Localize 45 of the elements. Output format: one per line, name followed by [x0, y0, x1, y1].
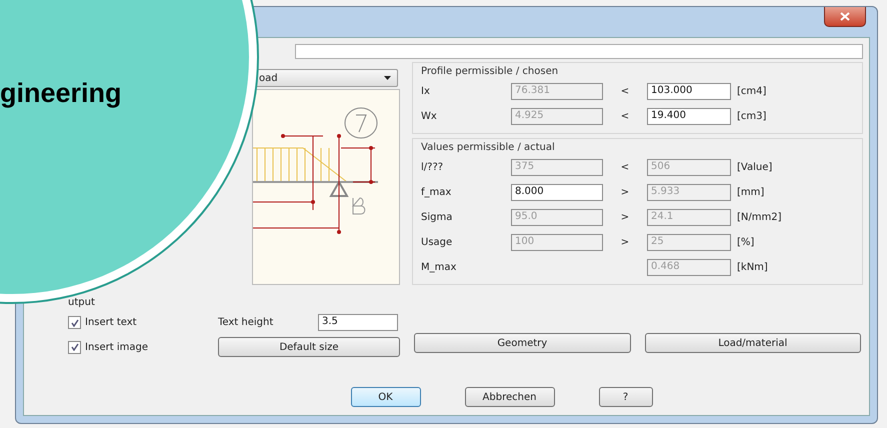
unit-label: [Value]: [736, 162, 774, 173]
dialog-button[interactable]: OK: [350, 387, 420, 407]
output-group-label: utput: [68, 297, 96, 308]
action-button[interactable]: Load/material: [644, 333, 861, 353]
unit-label: [cm4]: [736, 86, 768, 97]
row-label: Ix: [421, 86, 431, 97]
unit-label: [kNm]: [736, 262, 769, 273]
relation-sign: >: [620, 237, 630, 248]
row-label: M_max: [421, 262, 458, 273]
group-title: Profile permissible / chosen: [421, 66, 560, 77]
caret-icon: [384, 76, 391, 80]
row-label: Sigma: [421, 212, 454, 223]
default-size-button[interactable]: Default size: [218, 337, 400, 357]
unit-label: [cm3]: [736, 111, 768, 122]
close-button[interactable]: [824, 7, 866, 27]
relation-sign: <: [620, 111, 630, 122]
unit-label: [%]: [736, 237, 756, 248]
relation-sign: <: [620, 162, 630, 173]
chosen-field[interactable]: 19.400: [647, 108, 731, 125]
dialog-button[interactable]: Abbrechen: [464, 387, 554, 407]
checkbox[interactable]: [68, 316, 81, 329]
permissible-field[interactable]: 8.000: [511, 184, 603, 201]
group-title: Values permissible / actual: [421, 142, 556, 153]
relation-sign: >: [620, 187, 630, 198]
banner-text: gineering: [0, 78, 122, 109]
row-label: Usage: [421, 237, 454, 248]
close-icon: [840, 12, 850, 21]
relation-sign: <: [620, 86, 630, 97]
dialog-button[interactable]: ?: [598, 387, 652, 407]
checkmark-icon: [70, 343, 78, 351]
checkmark-icon: [70, 318, 78, 326]
checkbox[interactable]: [68, 340, 81, 354]
row-label: l/???: [421, 162, 444, 173]
unit-label: [mm]: [736, 187, 766, 198]
unit-label: [N/mm2]: [736, 212, 782, 223]
chosen-field[interactable]: 103.000: [647, 83, 731, 100]
action-button[interactable]: Geometry: [414, 333, 630, 353]
text-height-field[interactable]: 3.5: [318, 314, 398, 331]
row-label: f_max: [421, 187, 452, 198]
checkbox-label: Insert image: [85, 342, 148, 352]
row-label: Wx: [421, 111, 438, 122]
relation-sign: >: [620, 212, 630, 223]
input-field[interactable]: [295, 44, 863, 59]
text-height-label: Text height: [218, 317, 274, 328]
checkbox-label: Insert text: [85, 317, 137, 328]
